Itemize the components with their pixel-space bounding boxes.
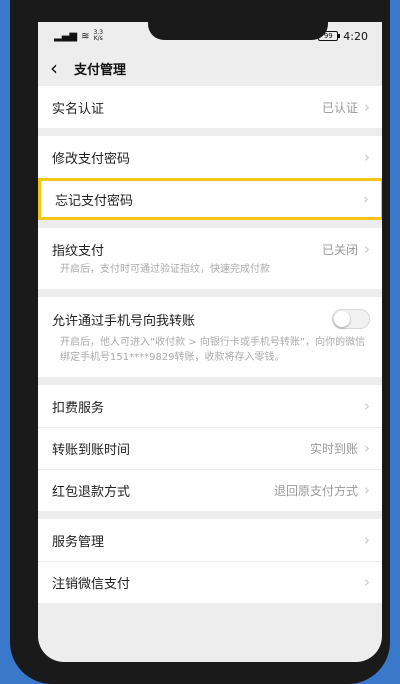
deduction-label: 扣费服务 xyxy=(52,400,105,416)
row-cancel-wechat-pay[interactable]: 注销微信支付 › xyxy=(38,561,382,603)
fingerprint-label: 指纹支付 xyxy=(52,243,105,259)
page-title: 支付管理 xyxy=(74,62,127,78)
group-services: 扣费服务 › 转账到账时间 实时到账 › 红包退款方式 退回原支付方式 › xyxy=(38,385,382,511)
row-fingerprint[interactable]: 指纹支付 已关闭 › xyxy=(38,228,382,270)
row-realname[interactable]: 实名认证 已认证 › xyxy=(38,86,382,128)
chevron-right-icon: › xyxy=(364,530,370,549)
group-fingerprint: 指纹支付 已关闭 › 开启后，支付时可通过验证指纹，快速完成付款 xyxy=(38,228,382,289)
chevron-right-icon: › xyxy=(364,481,370,499)
wifi-icon: ≋ xyxy=(81,30,90,42)
signal-icon: ▂▄▆ xyxy=(54,30,78,42)
phone-transfer-label: 允许通过手机号向我转账 xyxy=(52,313,196,329)
chevron-right-icon: › xyxy=(364,147,370,166)
network-speed-unit: K/s xyxy=(93,35,103,42)
row-transfer-time[interactable]: 转账到账时间 实时到账 › xyxy=(38,427,382,469)
chevron-right-icon: › xyxy=(364,239,370,258)
status-time: 4:20 xyxy=(343,29,368,43)
transfer-time-label: 转账到账时间 xyxy=(52,443,131,458)
refund-value: 退回原支付方式 xyxy=(273,484,358,498)
fingerprint-value: 已关闭 xyxy=(321,242,358,257)
row-deduction[interactable]: 扣费服务 › xyxy=(38,385,382,427)
row-forgot-password[interactable]: 忘记支付密码 › xyxy=(38,178,382,220)
row-phone-transfer: 允许通过手机号向我转账 xyxy=(38,297,382,341)
nav-bar: ‹ 支付管理 xyxy=(38,50,382,86)
chevron-right-icon: › xyxy=(363,189,369,208)
network-speed: 3.3 K/s xyxy=(93,30,103,42)
refund-label: 红包退款方式 xyxy=(52,485,131,500)
group-phone-transfer: 允许通过手机号向我转账 开启后，他人可进入“收付款 > 向银行卡或手机号转账”，… xyxy=(38,297,382,377)
realname-value: 已认证 xyxy=(321,100,358,115)
group-realname: 实名认证 已认证 › xyxy=(38,86,382,128)
chevron-right-icon: › xyxy=(364,97,370,116)
phone-transfer-toggle[interactable] xyxy=(332,309,370,329)
forgot-password-label: 忘记支付密码 xyxy=(55,193,134,209)
chevron-right-icon: › xyxy=(364,396,370,415)
row-service-mgmt[interactable]: 服务管理 › xyxy=(38,519,382,561)
toggle-knob xyxy=(334,311,350,327)
chevron-right-icon: › xyxy=(364,439,370,457)
phone-frame: ▂▄▆ ≋ 3.3 K/s HD 99 4:20 ‹ 支付管理 实名认证 已认证… xyxy=(10,0,390,684)
row-refund[interactable]: 红包退款方式 退回原支付方式 › xyxy=(38,469,382,511)
cancel-wechat-pay-label: 注销微信支付 xyxy=(52,577,131,592)
back-chevron-icon[interactable]: ‹ xyxy=(50,58,74,78)
phone-transfer-hint: 开启后，他人可进入“收付款 > 向银行卡或手机号转账”，向你的微信绑定手机号15… xyxy=(60,337,366,363)
camera-notch xyxy=(148,22,328,40)
chevron-right-icon: › xyxy=(364,573,370,591)
row-change-password[interactable]: 修改支付密码 › xyxy=(38,136,382,178)
service-mgmt-label: 服务管理 xyxy=(52,534,105,550)
transfer-time-value: 实时到账 xyxy=(309,442,358,456)
group-account: 服务管理 › 注销微信支付 › xyxy=(38,519,382,603)
group-password: 修改支付密码 › 忘记支付密码 › xyxy=(38,136,382,220)
realname-label: 实名认证 xyxy=(52,101,105,117)
change-password-label: 修改支付密码 xyxy=(52,151,131,167)
phone-screen: ▂▄▆ ≋ 3.3 K/s HD 99 4:20 ‹ 支付管理 实名认证 已认证… xyxy=(38,22,382,662)
